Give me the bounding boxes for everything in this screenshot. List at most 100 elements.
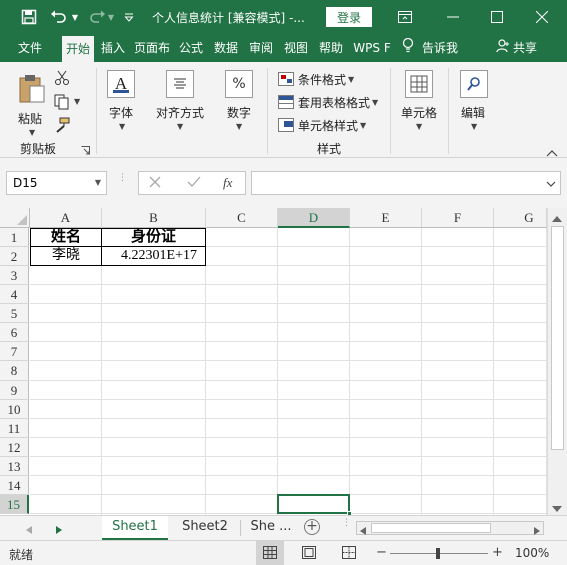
row-header-1[interactable]: 1 (0, 228, 29, 248)
scroll-up-icon[interactable] (552, 212, 562, 226)
tell-me-search[interactable]: 告诉我 (402, 34, 470, 62)
cut-icon[interactable] (54, 70, 72, 88)
enter-icon[interactable] (187, 176, 201, 191)
scroll-thumb[interactable] (551, 226, 564, 450)
conditional-format-button[interactable]: 条件格式 ▼ (278, 70, 354, 88)
horizontal-scroll-thumb[interactable] (371, 523, 491, 533)
zoom-level[interactable]: 100% (515, 546, 549, 560)
ribbon-display-options-icon[interactable] (395, 7, 415, 27)
column-header-f[interactable]: F (422, 208, 494, 228)
cell-styles-button[interactable]: 单元格样式 ▼ (278, 116, 366, 134)
next-sheet-icon[interactable] (56, 523, 62, 537)
row-header-7[interactable]: 7 (0, 342, 29, 362)
vertical-scrollbar[interactable] (547, 208, 567, 515)
save-icon[interactable] (18, 7, 40, 27)
tab-page-layout[interactable]: 页面布 (132, 34, 172, 62)
expand-formula-bar-icon[interactable] (546, 177, 556, 191)
zoom-in-icon[interactable]: + (492, 545, 503, 560)
scroll-left-icon[interactable] (360, 524, 366, 538)
alignment-button[interactable]: 对齐方式 ▼ (152, 70, 208, 136)
tab-review[interactable]: 审阅 (245, 34, 277, 62)
tab-formulas[interactable]: 公式 (175, 34, 207, 62)
cancel-icon[interactable] (149, 176, 161, 191)
format-painter-icon[interactable] (54, 117, 72, 135)
worksheet-grid[interactable]: A B C D E F G 姓名 身份证 李晓 4.22301E+17 1234… (0, 208, 567, 516)
paste-button[interactable]: 粘贴 ▼ (14, 70, 50, 137)
tab-data[interactable]: 数据 (210, 34, 242, 62)
ready-status: 就绪 (9, 548, 34, 562)
tab-splitter-icon[interactable]: ⋮ (342, 519, 351, 528)
collapse-ribbon-icon[interactable] (546, 146, 560, 157)
format-as-table-button[interactable]: 套用表格格式 ▼ (278, 93, 378, 111)
undo-icon[interactable] (48, 7, 70, 27)
font-button[interactable]: A 字体 ▼ (102, 70, 142, 136)
column-header-c[interactable]: C (206, 208, 278, 228)
cell-b1[interactable]: 身份证 (101, 228, 206, 247)
name-box[interactable]: D15 ▼ (6, 171, 107, 195)
insert-function-icon[interactable]: fx (223, 175, 232, 191)
select-all-corner[interactable] (0, 208, 30, 228)
redo-icon[interactable] (86, 7, 108, 27)
page-break-view-icon[interactable] (342, 546, 356, 562)
close-icon[interactable] (532, 7, 552, 27)
row-header-3[interactable]: 3 (0, 266, 29, 286)
name-box-dropdown-icon[interactable]: ▼ (95, 172, 101, 194)
dialog-launcher-icon[interactable] (81, 144, 91, 155)
row-header-6[interactable]: 6 (0, 323, 29, 343)
column-header-b[interactable]: B (102, 208, 206, 228)
tab-view[interactable]: 视图 (280, 34, 312, 62)
prev-sheet-icon[interactable] (26, 523, 32, 537)
zoom-out-icon[interactable]: − (376, 545, 387, 560)
add-sheet-icon[interactable]: + (304, 519, 320, 535)
font-icon: A (107, 70, 135, 98)
row-header-12[interactable]: 12 (0, 437, 29, 457)
editing-button[interactable]: 编辑 ▼ (456, 70, 496, 136)
share-button[interactable]: 共享 (496, 34, 552, 62)
tab-insert[interactable]: 插入 (98, 34, 128, 62)
column-header-a[interactable]: A (30, 208, 102, 228)
row-header-2[interactable]: 2 (0, 247, 29, 267)
row-header-9[interactable]: 9 (0, 380, 29, 400)
sheet-tab-sheet2[interactable]: Sheet2 (172, 516, 238, 540)
column-header-g[interactable]: G (494, 208, 547, 228)
cell-a2[interactable]: 李晓 (30, 246, 102, 266)
row-header-8[interactable]: 8 (0, 361, 29, 381)
sheet-tab-sheet1[interactable]: Sheet1 (102, 516, 168, 540)
row-header-11[interactable]: 11 (0, 418, 29, 438)
formula-input[interactable] (251, 171, 561, 195)
row-header-15[interactable]: 15 (0, 494, 29, 515)
row-header-5[interactable]: 5 (0, 304, 29, 324)
maximize-icon[interactable] (487, 7, 507, 27)
copy-button[interactable]: ▼ (54, 94, 82, 112)
scroll-right-icon[interactable] (534, 524, 540, 538)
redo-dropdown-icon[interactable]: ▼ (106, 7, 116, 27)
scroll-down-icon[interactable] (552, 502, 562, 516)
customize-toolbar-icon[interactable] (122, 7, 136, 27)
page-layout-view-icon[interactable] (302, 546, 316, 562)
minimize-icon[interactable] (443, 7, 463, 27)
tab-home[interactable]: 开始 (62, 36, 94, 62)
cell-a1[interactable]: 姓名 (30, 228, 102, 247)
row-header-13[interactable]: 13 (0, 456, 29, 476)
horizontal-scrollbar[interactable] (356, 521, 544, 535)
row-header-10[interactable]: 10 (0, 399, 29, 419)
tab-help[interactable]: 帮助 (315, 34, 347, 62)
sheet-tab-more[interactable]: She ... (246, 516, 296, 540)
normal-view-button[interactable] (256, 541, 284, 565)
selected-cell-d15[interactable] (277, 494, 352, 516)
login-button[interactable]: 登录 (326, 7, 372, 27)
cell-b2[interactable]: 4.22301E+17 (101, 246, 206, 266)
undo-dropdown-icon[interactable]: ▼ (70, 7, 80, 27)
row-header-4[interactable]: 4 (0, 285, 29, 305)
zoom-slider[interactable] (390, 548, 488, 559)
splitter-icon[interactable]: ⋮ (118, 174, 127, 190)
column-header-e[interactable]: E (350, 208, 422, 228)
zoom-slider-handle[interactable] (436, 548, 440, 559)
row-header-14[interactable]: 14 (0, 475, 29, 495)
column-header-d[interactable]: D (278, 208, 350, 228)
paste-dropdown-icon: ▼ (29, 128, 36, 137)
number-button[interactable]: % 数字 ▼ (222, 70, 262, 136)
tab-file[interactable]: 文件 (12, 34, 48, 62)
cells-button[interactable]: 单元格 ▼ (398, 70, 442, 136)
tab-wps[interactable]: WPS F (351, 34, 393, 62)
